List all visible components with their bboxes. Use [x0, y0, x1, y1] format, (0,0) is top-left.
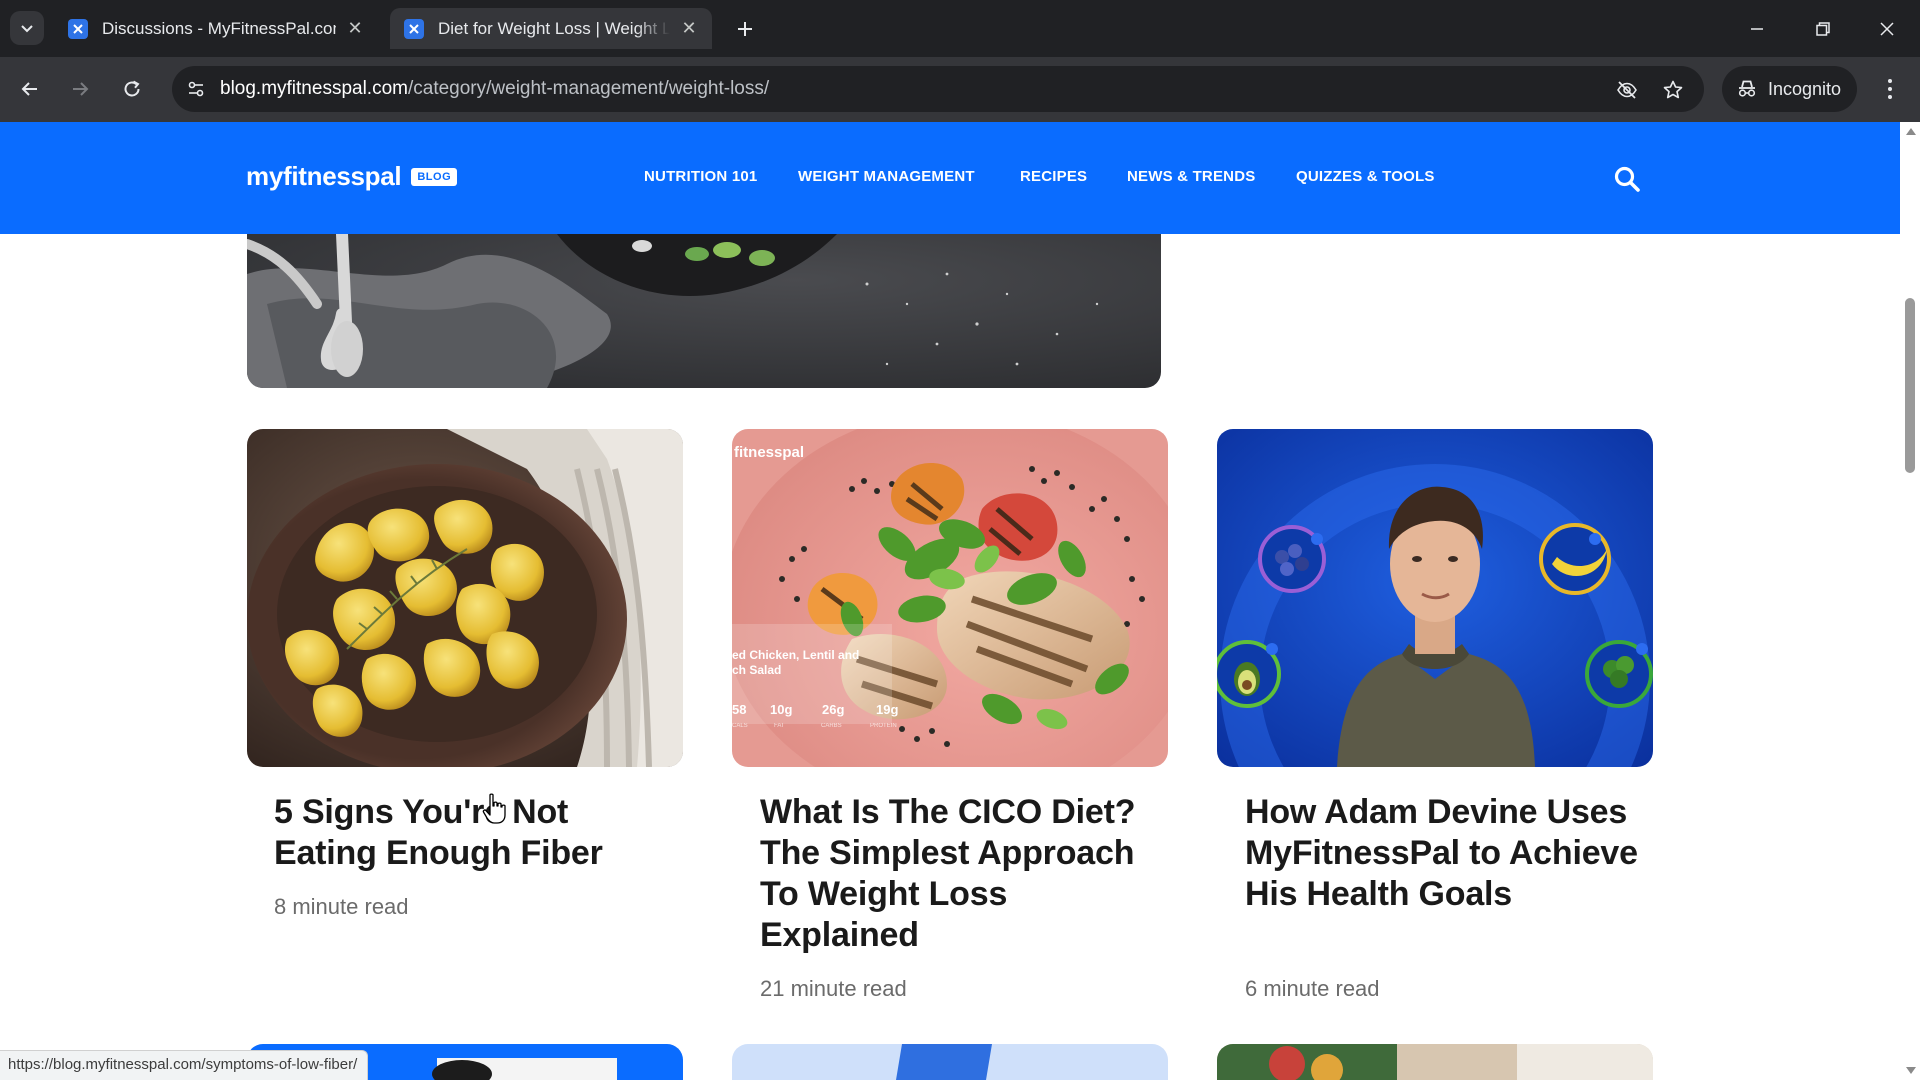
recipe-stat-fat: 10g [770, 702, 792, 717]
article-image-adam-devine[interactable] [1217, 429, 1653, 767]
chevron-down-icon [21, 25, 33, 33]
featured-article-image[interactable] [247, 234, 1161, 388]
hand-cursor-icon [482, 793, 506, 824]
recipe-name-line1: ed Chicken, Lentil and [732, 648, 859, 662]
tab-search-button[interactable] [10, 11, 44, 45]
article-title-adam-devine[interactable]: How Adam Devine Uses MyFitnessPal to Ach… [1245, 792, 1645, 915]
link-status-bar: https://blog.myfitnesspal.com/symptoms-o… [0, 1050, 369, 1080]
recipe-label-cals: CALS [732, 723, 748, 729]
address-bar[interactable]: blog.myfitnesspal.com/category/weight-ma… [172, 66, 1704, 112]
incognito-label: Incognito [1768, 78, 1842, 99]
myfitnesspal-favicon-icon [404, 18, 424, 39]
site-header: myfitnesspal BLOG NUTRITION 101 WEIGHT M… [0, 122, 1900, 234]
bookmark-button[interactable] [1658, 75, 1688, 105]
browser-menu-button[interactable] [1876, 74, 1904, 104]
eye-off-icon [1617, 81, 1637, 99]
tracking-protection-button[interactable] [1612, 75, 1642, 105]
page-viewport: myfitnesspal BLOG NUTRITION 101 WEIGHT M… [0, 122, 1900, 1080]
nav-news-trends[interactable]: NEWS & TRENDS [1127, 168, 1255, 185]
close-window-button[interactable] [1872, 14, 1902, 44]
article-image-fiber[interactable] [247, 429, 683, 767]
site-info-button[interactable] [182, 75, 210, 103]
article-image-next-2[interactable] [732, 1044, 1168, 1080]
tune-icon [188, 81, 204, 97]
chicken-salad-image: fitnesspal ed Chicken, Lentil and ch Sal… [732, 429, 1168, 767]
scroll-thumb[interactable] [1905, 298, 1915, 473]
article-read-time: 6 minute read [1245, 976, 1380, 1001]
forward-button[interactable] [64, 73, 96, 105]
close-icon[interactable]: ✕ [344, 18, 366, 40]
article-image-cico[interactable]: fitnesspal ed Chicken, Lentil and ch Sal… [732, 429, 1168, 767]
reload-icon [124, 80, 140, 97]
recipe-name-line2: ch Salad [732, 663, 781, 677]
arrow-left-icon [21, 82, 37, 96]
article-title-fiber[interactable]: 5 Signs You're Not Eating Enough Fiber [274, 792, 674, 874]
star-icon [1663, 80, 1683, 99]
recipe-stat-protein: 19g [876, 702, 898, 717]
minimize-icon [1751, 28, 1763, 30]
restore-button[interactable] [1808, 14, 1838, 44]
recipe-label-protein: PROTEIN [870, 723, 897, 729]
scroll-up-arrow-icon[interactable] [1906, 128, 1916, 135]
article-title-cico[interactable]: What Is The CICO Diet? The Simplest Appr… [760, 792, 1160, 956]
url-host: blog.myfitnesspal.com [220, 78, 408, 99]
plus-icon [738, 22, 752, 36]
recipe-stat-cals: 58 [732, 702, 746, 717]
search-icon [1614, 166, 1640, 192]
next-image-art-3 [1217, 1044, 1653, 1080]
article-image-next-3[interactable] [1217, 1044, 1653, 1080]
tab-discussions[interactable]: Discussions - MyFitnessPal.com ✕ [54, 8, 378, 49]
new-tab-button[interactable] [730, 14, 760, 44]
recipe-stat-carbs: 26g [822, 702, 844, 717]
article-read-time: 8 minute read [274, 894, 409, 919]
browser-toolbar: blog.myfitnesspal.com/category/weight-ma… [0, 57, 1920, 122]
nav-nutrition-101[interactable]: NUTRITION 101 [644, 168, 757, 185]
minimize-button[interactable] [1742, 14, 1772, 44]
close-icon [1880, 22, 1894, 36]
url-text[interactable]: blog.myfitnesspal.com/category/weight-ma… [220, 78, 769, 100]
back-button[interactable] [14, 73, 46, 105]
nav-weight-management[interactable]: WEIGHT MANAGEMENT [798, 168, 975, 185]
tab-title: Diet for Weight Loss | Weight Loss [438, 18, 670, 38]
nav-quizzes-tools[interactable]: QUIZZES & TOOLS [1296, 168, 1435, 185]
site-search-button[interactable] [1612, 164, 1642, 194]
restore-icon [1816, 22, 1830, 36]
reload-button[interactable] [116, 73, 148, 105]
nav-recipes[interactable]: RECIPES [1020, 168, 1087, 185]
featured-image-art [247, 234, 1161, 388]
incognito-icon [1738, 80, 1756, 97]
scroll-down-arrow-icon[interactable] [1906, 1067, 1916, 1074]
incognito-indicator[interactable]: Incognito [1722, 66, 1858, 112]
myfitnesspal-favicon-icon [68, 18, 88, 39]
url-path: /category/weight-management/weight-loss/ [407, 78, 770, 99]
recipe-label-carbs: CARBS [821, 723, 842, 729]
adam-devine-image [1217, 429, 1653, 767]
arrow-right-icon [73, 82, 89, 96]
recipe-label-fat: FAT [774, 723, 785, 729]
tab-weight-loss[interactable]: Diet for Weight Loss | Weight Loss ✕ [390, 8, 712, 49]
page-scrollbar[interactable] [1900, 122, 1920, 1080]
close-icon[interactable]: ✕ [678, 18, 700, 40]
recipe-brand-text: fitnesspal [734, 444, 804, 461]
tab-title: Discussions - MyFitnessPal.com [102, 18, 336, 38]
potatoes-image [247, 429, 683, 767]
article-read-time: 21 minute read [760, 976, 907, 1001]
more-vertical-icon [1888, 79, 1892, 99]
tab-strip: Discussions - MyFitnessPal.com ✕ Diet fo… [0, 0, 1920, 57]
next-image-art-2 [896, 1044, 992, 1080]
